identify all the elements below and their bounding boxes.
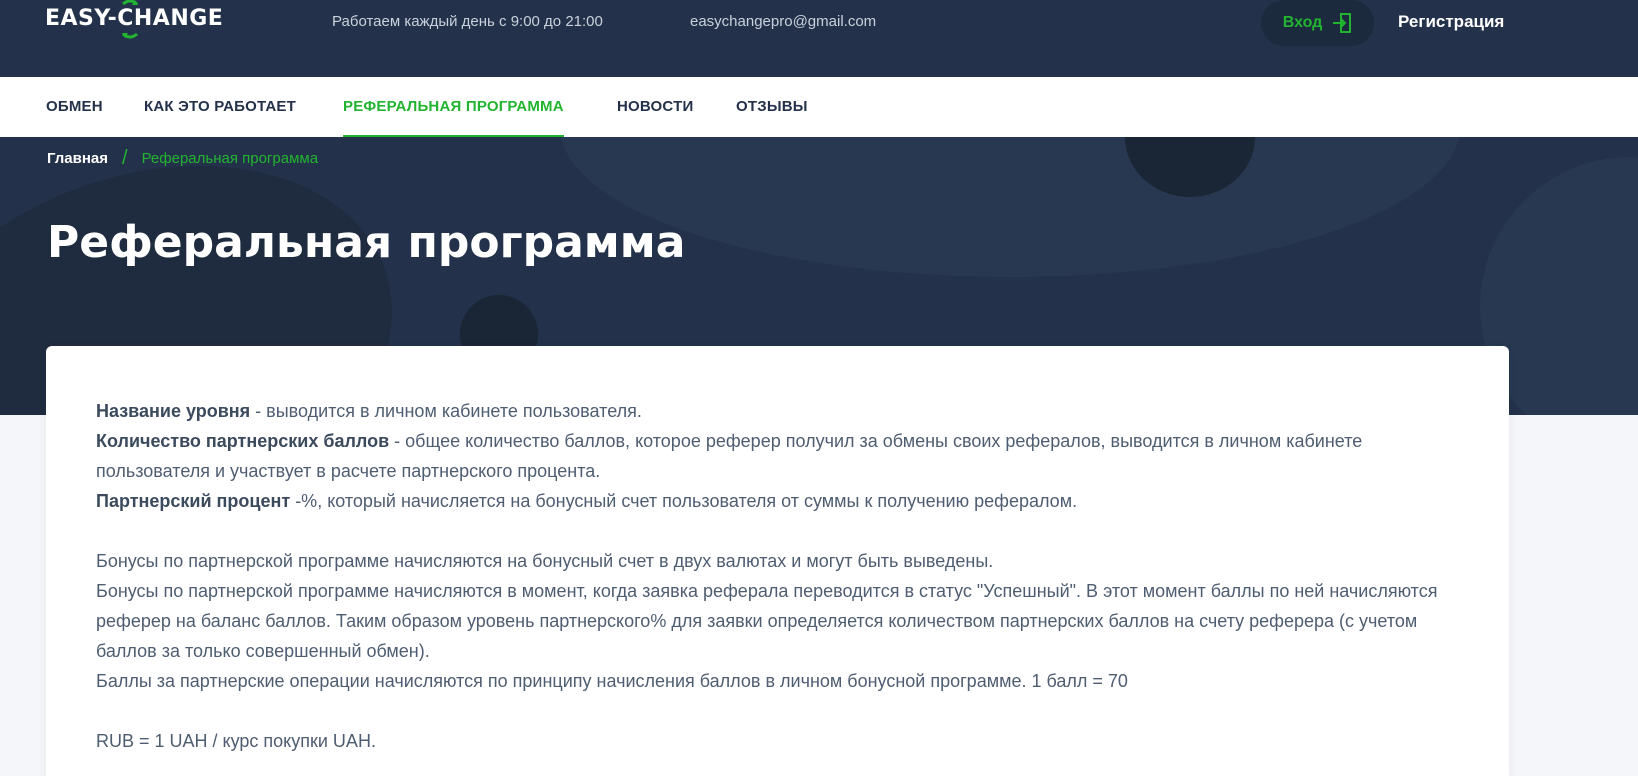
- breadcrumb-separator: /: [122, 147, 128, 169]
- paragraph: Баллы за партнерские операции начисляютс…: [96, 671, 1128, 691]
- login-label: Вход: [1282, 14, 1323, 31]
- definition-level-name: Название уровня - выводится в личном каб…: [96, 396, 1456, 426]
- top-bar: EASY-CHANGE Работаем каждый день с 9:00 …: [0, 0, 1638, 77]
- contact-email[interactable]: easychangepro@gmail.com: [690, 13, 876, 30]
- description: -%, который начисляется на бонусный счет…: [290, 491, 1078, 511]
- logo[interactable]: EASY-CHANGE: [45, 0, 223, 39]
- term: Количество партнерских баллов: [96, 431, 390, 451]
- exchange-arrows-icon: [122, 0, 138, 39]
- paragraph: RUB = 1 UAH / курс покупки UAH.: [96, 731, 376, 751]
- definition-partner-points: Количество партнерских баллов - общее ко…: [96, 426, 1456, 486]
- login-button[interactable]: Вход: [1261, 0, 1374, 46]
- breadcrumb: Главная / Реферальная программа: [47, 147, 318, 170]
- working-hours: Работаем каждый день с 9:00 до 21:00: [332, 13, 603, 30]
- term: Партнерский процент: [96, 491, 291, 511]
- content-card: Название уровня - выводится в личном каб…: [46, 346, 1509, 776]
- paragraph: Бонусы по партнерской программе начисляю…: [96, 551, 994, 571]
- term: Название уровня: [96, 401, 251, 421]
- register-link[interactable]: Регистрация: [1398, 12, 1504, 32]
- nav-item-news[interactable]: НОВОСТИ: [617, 77, 693, 137]
- definition-partner-percent: Партнерский процент -%, который начисляе…: [96, 486, 1456, 516]
- logo-text-left: EASY: [45, 6, 108, 31]
- breadcrumb-current: Реферальная программа: [141, 150, 319, 167]
- logo-dash: -: [107, 6, 118, 31]
- article-body: Название уровня - выводится в личном каб…: [96, 396, 1456, 756]
- paragraph: Бонусы по партнерской программе начисляю…: [96, 581, 1438, 661]
- nav-item-exchange[interactable]: ОБМЕН: [46, 77, 103, 137]
- nav-item-reviews[interactable]: ОТЗЫВЫ: [736, 77, 808, 137]
- breadcrumb-home[interactable]: Главная: [47, 150, 108, 167]
- background-shape: [560, 137, 1460, 277]
- nav-item-referral-program[interactable]: РЕФЕРАЛЬНАЯ ПРОГРАММА: [343, 77, 564, 137]
- description: - выводится в личном кабинете пользовате…: [250, 401, 642, 421]
- main-nav: ОБМЕН КАК ЭТО РАБОТАЕТ РЕФЕРАЛЬНАЯ ПРОГР…: [0, 77, 1638, 137]
- page-title: Реферальная программа: [47, 217, 686, 268]
- sign-in-icon: [1333, 13, 1352, 33]
- nav-item-how-it-works[interactable]: КАК ЭТО РАБОТАЕТ: [144, 77, 296, 137]
